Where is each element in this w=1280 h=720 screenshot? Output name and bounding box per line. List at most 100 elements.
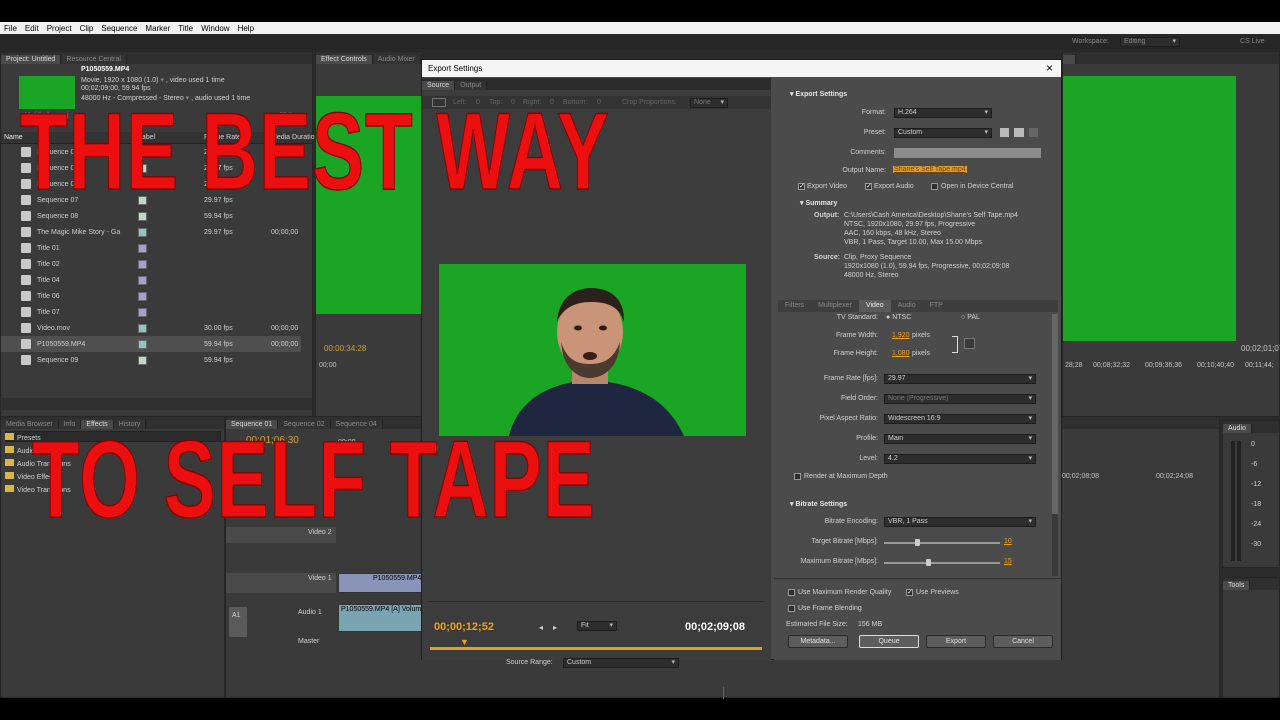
export-audio-checkbox[interactable]: ✓ [865,183,872,190]
max-bitrate-slider[interactable] [884,559,1000,566]
label-swatch[interactable] [138,355,147,365]
label-swatch[interactable] [138,227,147,237]
menu-window[interactable]: Window [197,24,233,33]
item-name: Title 06 [37,292,60,300]
menu-project[interactable]: Project [43,24,76,33]
label-swatch[interactable] [138,307,147,317]
pal-radio[interactable]: ○ PAL [961,314,980,321]
level-select[interactable]: 4.2 [884,454,1036,464]
current-timecode[interactable]: 00;00;12;52 [434,621,494,633]
delete-preset-icon[interactable] [1029,128,1038,137]
label-swatch[interactable] [138,243,147,253]
label-swatch[interactable] [138,323,147,333]
track-master[interactable]: Master [298,638,319,645]
menu-clip[interactable]: Clip [76,24,98,33]
tab-multiplexer[interactable]: Multiplexer [811,300,859,312]
target-bitrate-slider[interactable] [884,539,1000,546]
timeline-video-clip[interactable]: P1050559.MP4 [V] [338,573,432,593]
tab-video[interactable]: Video [858,300,891,312]
tab-project[interactable]: Project: Untitled [1,55,62,64]
source-range-bar[interactable] [430,647,762,650]
item-duration: 00;00;00 [271,340,299,348]
project-item[interactable]: Title 01 [1,240,301,256]
close-button[interactable]: × [1046,61,1053,75]
track-audio-1[interactable]: Audio 1 [298,609,322,616]
playhead-marker-icon[interactable]: ▼ [460,637,469,647]
preset-select[interactable]: Custom [894,128,992,138]
target-bitrate-value[interactable]: 10 [1004,538,1012,545]
menu-file[interactable]: File [0,24,21,33]
source-range-select[interactable]: Custom [563,658,679,668]
summary-header[interactable]: ▾ Summary [800,199,837,207]
max-bitrate-value[interactable]: 15 [1004,558,1012,565]
project-item[interactable]: Title 07 [1,304,301,320]
cancel-button[interactable]: Cancel [993,635,1053,648]
tab-filters[interactable]: Filters [778,300,811,312]
export-bottom-bar: Use Maximum Render Quality ✓ Use Preview… [774,578,1061,660]
export-settings-header[interactable]: ▾ Export Settings [790,90,847,98]
workspace-select[interactable]: Editing [1120,37,1180,47]
timeline-audio-clip[interactable]: P1050559.MP4 [A] Volume [338,604,425,632]
settings-tabs: Filters Multiplexer Video Audio FTP [778,300,1058,312]
max-render-quality-checkbox[interactable] [788,589,795,596]
project-item[interactable]: Sequence 09 59.94 fps [1,352,301,368]
save-preset-icon[interactable] [1000,128,1009,137]
menu-help[interactable]: Help [234,24,258,33]
tab-ftp[interactable]: FTP [923,300,950,312]
menu-edit[interactable]: Edit [21,24,43,33]
summary-line: 1920x1080 (1.0), 59.94 fps, Progressive,… [844,263,1010,270]
tab-audio-mixer[interactable]: Audio Mixer [372,55,421,64]
settings-scrollbar[interactable] [1052,314,1058,576]
set-in-point-icon[interactable]: ◂ [539,623,543,632]
project-item[interactable]: Title 06 [1,288,301,304]
profile-select[interactable]: Main [884,434,1036,444]
open-device-central-checkbox[interactable] [931,183,938,190]
menu-sequence[interactable]: Sequence [97,24,141,33]
label-swatch[interactable] [138,259,147,269]
ntsc-radio[interactable]: ● NTSC [886,314,911,321]
frame-width-value[interactable]: 1,920 [892,332,910,339]
project-item[interactable]: P1050559.MP4 59.94 fps 00;00;00 [1,336,301,352]
menu-marker[interactable]: Marker [141,24,174,33]
project-item[interactable]: Title 02 [1,256,301,272]
frame-rate-select[interactable]: 29.97 [884,374,1036,384]
comments-input[interactable] [894,148,1041,158]
import-preset-icon[interactable] [1014,128,1024,137]
playhead[interactable] [723,687,724,699]
field-order-select[interactable]: None (Progressive) [884,394,1036,404]
bitrate-header[interactable]: ▾ Bitrate Settings [790,500,847,508]
export-button[interactable]: Export [926,635,986,648]
export-video-checkbox[interactable]: ✓ [798,183,805,190]
label-swatch[interactable] [138,275,147,285]
set-out-point-icon[interactable]: ▸ [553,623,557,632]
tab-resource-central[interactable]: Resource Central [61,55,127,64]
label-swatch[interactable] [138,291,147,301]
tab-tools[interactable]: Tools [1223,581,1251,590]
frame-blending-checkbox[interactable] [788,605,795,612]
bitrate-encoding-select[interactable]: VBR, 1 Pass [884,517,1036,527]
project-item[interactable]: Title 04 [1,272,301,288]
use-previews-checkbox[interactable]: ✓ [906,589,913,596]
max-bitrate-knob[interactable] [926,559,932,566]
menu-title[interactable]: Title [174,24,197,33]
folder-icon [5,433,14,440]
tab-audio[interactable]: Audio [891,300,923,312]
label-swatch[interactable] [138,339,147,349]
cs-live-button[interactable]: CS Live [1240,38,1265,45]
render-max-depth-checkbox[interactable] [794,473,801,480]
output-name-link[interactable]: Shane's Self Tape.mp4 [893,166,967,173]
frame-height-value[interactable]: 1,080 [892,350,910,357]
zoom-fit-select[interactable]: Fit [577,621,617,631]
project-item[interactable]: The Magic Mike Story - Ga 29.97 fps 00;00;… [1,224,301,240]
track-video-1[interactable]: Video 1 [308,575,332,582]
target-bitrate-knob[interactable] [915,539,921,546]
pixel-aspect-select[interactable]: Widescreen 16:9 [884,414,1036,424]
queue-button[interactable]: Queue [859,635,919,648]
metadata-button[interactable]: Metadata... [788,635,848,648]
project-item[interactable]: Video.mov 30.00 fps 00;00;00 [1,320,301,336]
format-select[interactable]: H.264 [894,108,992,118]
crop-proportions-select[interactable]: None [690,98,728,108]
constrain-proportions-icon[interactable] [964,338,975,349]
tab-audio-meters[interactable]: Audio [1223,424,1252,433]
tab-effect-controls[interactable]: Effect Controls [316,55,373,64]
